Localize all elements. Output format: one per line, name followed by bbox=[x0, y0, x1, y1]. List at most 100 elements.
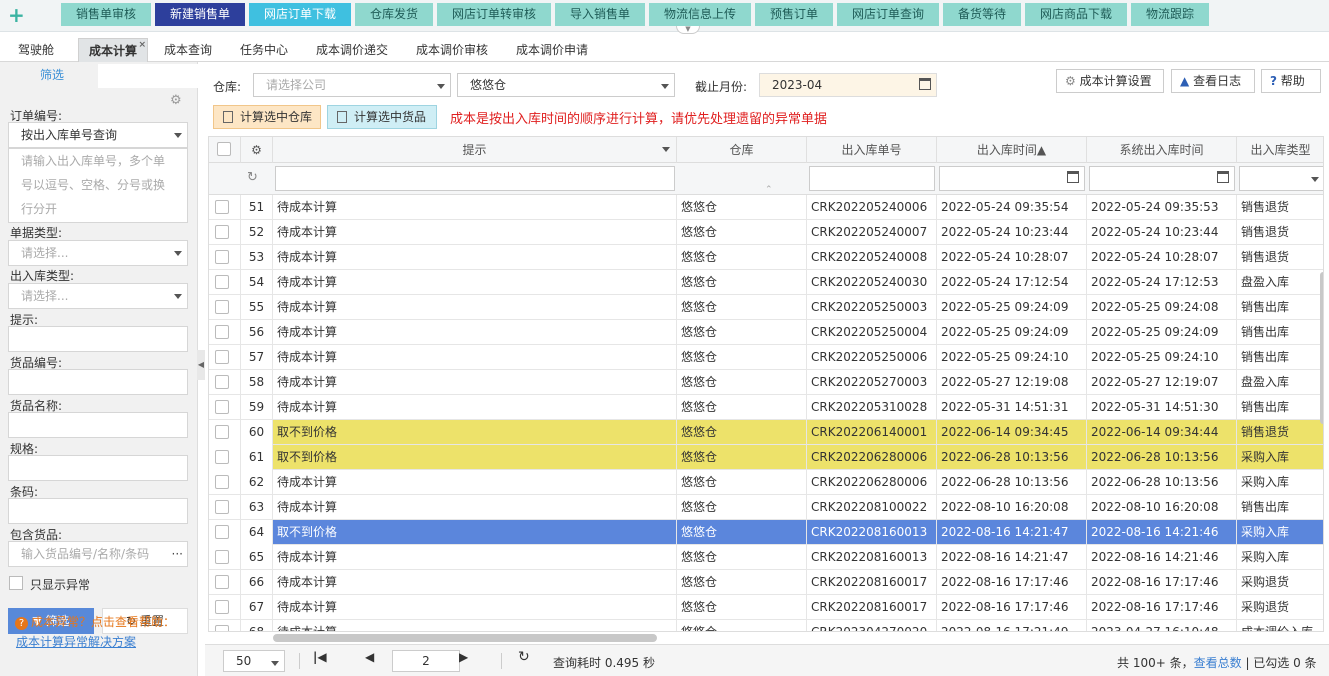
collapse-nav-handle[interactable]: ▼ bbox=[676, 26, 700, 34]
table-row[interactable]: 53 待成本计算 悠悠仓 CRK202205240008 2022-05-24 10:2… bbox=[209, 245, 1323, 270]
doc-type-select[interactable]: 请选择... bbox=[8, 240, 188, 266]
tab-cost-adjust-review[interactable]: 成本调价审核 bbox=[416, 38, 488, 62]
table-row[interactable]: 62 待成本计算 悠悠仓 CRK202206280006 2022-06-28 10:1… bbox=[209, 470, 1323, 495]
column-header-sys-time[interactable]: 系统出入库时间 bbox=[1087, 137, 1237, 163]
help-solution-link[interactable]: 成本计算异常解决方案 bbox=[16, 633, 136, 650]
nav-logistics-tracking[interactable]: 物流跟踪 bbox=[1131, 3, 1209, 26]
nav-shop-order-query[interactable]: 网店订单查询 bbox=[837, 3, 939, 26]
row-checkbox[interactable] bbox=[215, 200, 229, 214]
row-checkbox[interactable] bbox=[215, 500, 229, 514]
row-checkbox[interactable] bbox=[215, 250, 229, 264]
sys-time-filter[interactable] bbox=[1089, 166, 1235, 191]
order-no-mode-select[interactable]: 按出入库单号查询 bbox=[8, 122, 188, 148]
nav-logistics-upload[interactable]: 物流信息上传 bbox=[649, 3, 751, 26]
add-tab-icon[interactable]: + bbox=[8, 4, 26, 26]
chevron-up-icon[interactable]: ⌃ bbox=[765, 185, 773, 195]
calc-selected-warehouse-button[interactable]: 计算选中仓库 bbox=[213, 105, 321, 129]
table-row[interactable]: 58 待成本计算 悠悠仓 CRK202205270003 2022-05-27 12:1… bbox=[209, 370, 1323, 395]
help-button[interactable]: ? 帮助 bbox=[1261, 69, 1321, 93]
tab-cost-calculation[interactable]: 成本计算 × bbox=[78, 38, 148, 62]
table-row[interactable]: 52 待成本计算 悠悠仓 CRK202205240007 2022-05-24 10:2… bbox=[209, 220, 1323, 245]
page-size-select[interactable]: 50 bbox=[223, 650, 285, 672]
row-checkbox[interactable] bbox=[215, 525, 229, 539]
table-row[interactable]: 51 待成本计算 悠悠仓 CRK202205240006 2022-05-24 09:3… bbox=[209, 195, 1323, 220]
row-checkbox[interactable] bbox=[215, 625, 229, 631]
company-select[interactable]: 请选择公司 bbox=[253, 73, 451, 97]
nav-shop-order-to-review[interactable]: 网店订单转审核 bbox=[437, 3, 551, 26]
next-page-icon[interactable]: ▶ bbox=[459, 650, 468, 664]
sidebar-collapse-handle[interactable]: ◀ bbox=[197, 350, 205, 380]
barcode-input[interactable] bbox=[8, 498, 188, 524]
select-all-checkbox[interactable] bbox=[217, 142, 231, 156]
refresh-icon[interactable]: ↻ bbox=[247, 170, 258, 185]
more-icon[interactable]: ··· bbox=[172, 542, 183, 566]
table-row[interactable]: 68 待成本计算 悠悠仓 CRK202304270020 2022-08-16 17:2… bbox=[209, 620, 1323, 631]
row-checkbox[interactable] bbox=[215, 375, 229, 389]
hint-filter-input[interactable] bbox=[275, 166, 675, 191]
nav-presale-order[interactable]: 预售订单 bbox=[755, 3, 833, 26]
cost-settings-button[interactable]: ⚙ 成本计算设置 bbox=[1056, 69, 1164, 93]
io-no-filter-input[interactable] bbox=[809, 166, 935, 191]
table-row[interactable]: 60 取不到价格 悠悠仓 CRK202206140001 2022-06-14 09:3… bbox=[209, 420, 1323, 445]
chevron-down-icon[interactable] bbox=[662, 147, 670, 152]
nav-shop-goods-download[interactable]: 网店商品下载 bbox=[1025, 3, 1127, 26]
nav-shop-order-download[interactable]: 网店订单下载 bbox=[249, 3, 351, 26]
tab-task-center[interactable]: 任务中心 bbox=[240, 38, 288, 62]
only-abnormal-checkbox[interactable] bbox=[9, 576, 23, 590]
row-checkbox[interactable] bbox=[215, 350, 229, 364]
row-checkbox[interactable] bbox=[215, 475, 229, 489]
row-checkbox[interactable] bbox=[215, 300, 229, 314]
row-checkbox[interactable] bbox=[215, 550, 229, 564]
row-checkbox[interactable] bbox=[215, 575, 229, 589]
io-time-filter[interactable] bbox=[939, 166, 1085, 191]
refresh-icon[interactable]: ↻ bbox=[518, 649, 530, 665]
vertical-scrollbar[interactable] bbox=[1320, 272, 1323, 424]
io-type-filter[interactable] bbox=[1239, 166, 1323, 191]
table-row[interactable]: 57 待成本计算 悠悠仓 CRK202205250006 2022-05-25 09:2… bbox=[209, 345, 1323, 370]
row-checkbox[interactable] bbox=[215, 450, 229, 464]
column-header-warehouse[interactable]: 仓库 bbox=[677, 137, 807, 163]
nav-stock-waiting[interactable]: 备货等待 bbox=[943, 3, 1021, 26]
io-type-select[interactable]: 请选择... bbox=[8, 283, 188, 309]
page-number-input[interactable]: 2 bbox=[392, 650, 460, 672]
order-no-textarea[interactable]: 请输入出入库单号，多个单 号以逗号、空格、分号或换 行分开 bbox=[8, 148, 188, 223]
column-header-io-time[interactable]: 出入库时间▲ bbox=[937, 137, 1087, 163]
row-checkbox[interactable] bbox=[215, 400, 229, 414]
gear-icon[interactable]: ⚙ bbox=[170, 94, 184, 108]
tab-cost-adjust-apply[interactable]: 成本调价申请 bbox=[516, 38, 588, 62]
month-picker[interactable]: 2023-04 bbox=[759, 73, 937, 97]
warehouse-select[interactable]: 悠悠仓 bbox=[457, 73, 675, 97]
contains-goods-input[interactable]: 输入货品编号/名称/条码 ··· bbox=[8, 541, 188, 567]
tab-cost-query[interactable]: 成本查询 bbox=[164, 38, 212, 62]
horizontal-scrollbar[interactable] bbox=[273, 634, 657, 642]
table-row[interactable]: 63 待成本计算 悠悠仓 CRK202208100022 2022-08-10 16:2… bbox=[209, 495, 1323, 520]
tab-cockpit[interactable]: 驾驶舱 bbox=[18, 38, 54, 62]
table-row[interactable]: 54 待成本计算 悠悠仓 CRK202205240030 2022-05-24 17:1… bbox=[209, 270, 1323, 295]
nav-sales-review[interactable]: 销售单审核 bbox=[61, 3, 151, 26]
table-row[interactable]: 66 待成本计算 悠悠仓 CRK202208160017 2022-08-16 17:1… bbox=[209, 570, 1323, 595]
table-row[interactable]: 61 取不到价格 悠悠仓 CRK202206280006 2022-06-28 10:1… bbox=[209, 445, 1323, 470]
column-header-io-no[interactable]: 出入库单号 bbox=[807, 137, 937, 163]
nav-warehouse-shipping[interactable]: 仓库发货 bbox=[355, 3, 433, 26]
table-row[interactable]: 67 待成本计算 悠悠仓 CRK202208160017 2022-08-16 17:1… bbox=[209, 595, 1323, 620]
row-checkbox[interactable] bbox=[215, 425, 229, 439]
nav-new-sales-order[interactable]: 新建销售单 bbox=[155, 3, 245, 26]
row-checkbox[interactable] bbox=[215, 225, 229, 239]
nav-import-sales[interactable]: 导入销售单 bbox=[555, 3, 645, 26]
tab-cost-adjust-submit[interactable]: 成本调价递交 bbox=[316, 38, 388, 62]
gear-icon[interactable]: ⚙ bbox=[241, 137, 273, 163]
table-row[interactable]: 64 取不到价格 悠悠仓 CRK202208160013 2022-08-16 14:2… bbox=[209, 520, 1323, 545]
prev-page-icon[interactable]: ◀ bbox=[365, 650, 374, 664]
close-icon[interactable]: × bbox=[138, 33, 146, 57]
column-header-io-type[interactable]: 出入库类型 bbox=[1237, 137, 1323, 163]
view-log-button[interactable]: ▲ 查看日志 bbox=[1171, 69, 1255, 93]
goods-name-input[interactable] bbox=[8, 412, 188, 438]
row-checkbox[interactable] bbox=[215, 600, 229, 614]
column-header-hint[interactable]: 提示 bbox=[273, 137, 677, 163]
view-total-link[interactable]: 查看总数 bbox=[1194, 656, 1242, 670]
table-row[interactable]: 56 待成本计算 悠悠仓 CRK202205250004 2022-05-25 09:2… bbox=[209, 320, 1323, 345]
hint-input[interactable] bbox=[8, 326, 188, 352]
table-row[interactable]: 59 待成本计算 悠悠仓 CRK202205310028 2022-05-31 14:5… bbox=[209, 395, 1323, 420]
calc-selected-goods-button[interactable]: 计算选中货品 bbox=[327, 105, 437, 129]
row-checkbox[interactable] bbox=[215, 325, 229, 339]
